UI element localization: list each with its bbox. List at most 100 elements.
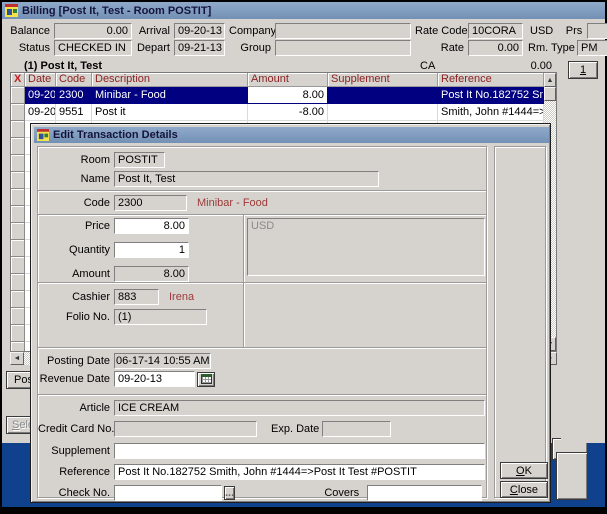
- col-header-reference: Reference: [438, 73, 544, 87]
- code-description-text: Minibar - Food: [197, 197, 268, 209]
- empty-cell: [11, 121, 25, 138]
- status-label: Status: [4, 42, 50, 54]
- exp-date-label: Exp. Date: [271, 423, 314, 435]
- info-row-2: Status CHECKED IN Depart 09-21-13 Group …: [4, 40, 603, 56]
- revenue-date-input[interactable]: [114, 371, 195, 387]
- close-button[interactable]: Close: [500, 481, 548, 498]
- empty-cell: [11, 206, 25, 223]
- folio-window-panel: [561, 58, 605, 443]
- exp-date-field: [322, 421, 391, 437]
- col-header-amount: Amount: [248, 73, 328, 87]
- folio-payment-type: CA: [420, 60, 435, 72]
- calendar-button[interactable]: [197, 372, 215, 387]
- covers-input[interactable]: [367, 485, 482, 501]
- amount-label: Amount: [38, 268, 110, 280]
- cell-description[interactable]: Minibar - Food: [92, 87, 248, 104]
- cell-code[interactable]: 9551: [56, 104, 92, 121]
- cashier-field: 883: [114, 289, 159, 305]
- cell-date[interactable]: 09-20: [25, 104, 56, 121]
- col-header-code: Code: [56, 73, 92, 87]
- col-header-description: Description: [92, 73, 248, 87]
- calendar-icon: [201, 374, 212, 384]
- cell-supplement[interactable]: [328, 87, 438, 104]
- rm-type-label: Rm. Type: [528, 42, 573, 54]
- cell-amount[interactable]: 8.00: [248, 87, 328, 104]
- empty-cell: [11, 308, 25, 325]
- cell-amount[interactable]: -8.00: [248, 104, 328, 121]
- hidden-button-fragment: [556, 452, 588, 500]
- scrollbar-thumb[interactable]: [544, 87, 556, 101]
- rate-code-label: Rate Code: [415, 25, 464, 37]
- window-title: Billing [Post It, Test - Room POSTIT]: [22, 5, 211, 17]
- arrival-label: Arrival: [136, 25, 170, 37]
- prs-field: 0: [587, 23, 607, 39]
- rate-code-field: 10CORA: [468, 23, 523, 39]
- empty-cell: [11, 189, 25, 206]
- status-field: CHECKED IN: [54, 40, 132, 56]
- col-header-supplement: Supplement: [328, 73, 438, 87]
- name-field: Post It, Test: [114, 171, 379, 187]
- rm-type-field: PM: [577, 40, 607, 56]
- supplement-label: Supplement: [38, 445, 110, 457]
- folio-no-field: (1): [114, 309, 207, 325]
- revenue-date-label: Revenue Date: [38, 373, 110, 385]
- scroll-left-icon[interactable]: ◄: [10, 352, 24, 365]
- supplement-input[interactable]: [114, 443, 485, 459]
- arrival-field: 09-20-13: [174, 23, 225, 39]
- article-field: ICE CREAM: [114, 400, 485, 416]
- empty-cell: [11, 172, 25, 189]
- folio-window-1-button[interactable]: 1: [568, 61, 598, 79]
- scroll-top-icon[interactable]: ▲: [544, 73, 556, 87]
- group-field: [275, 40, 411, 56]
- code-label: Code: [38, 197, 110, 209]
- folio-window-title: (1) Post It, Test: [24, 60, 102, 72]
- company-label: Company: [229, 25, 271, 37]
- section-details: Article ICE CREAM Credit Card No. Exp. D…: [38, 394, 486, 499]
- cell-supplement[interactable]: [328, 104, 438, 121]
- cell-description[interactable]: Post it: [92, 104, 248, 121]
- price-input[interactable]: [114, 218, 189, 234]
- table-row-selected[interactable]: 09-20 2300 Minibar - Food 8.00 Post It N…: [11, 87, 544, 104]
- depart-label: Depart: [136, 42, 170, 54]
- room-label: Room: [38, 154, 110, 166]
- rate-field: 0.00: [468, 40, 523, 56]
- cashier-name-text: Irena: [169, 291, 194, 303]
- cell-reference[interactable]: Post It No.182752 Smith,: [438, 87, 544, 104]
- col-header-x: X: [11, 73, 25, 87]
- code-field: 2300: [114, 195, 187, 211]
- posting-date-label: Posting Date: [38, 355, 110, 367]
- depart-field: 09-21-13: [174, 40, 225, 56]
- empty-cell: [11, 274, 25, 291]
- check-lookup-button[interactable]: ...: [224, 486, 235, 500]
- name-label: Name: [38, 173, 110, 185]
- table-row[interactable]: 09-20 9551 Post it -8.00 Smith, John #14…: [11, 104, 544, 121]
- section-dates: Posting Date 06-17-14 10:55 AM Revenue D…: [38, 347, 486, 394]
- folio-no-label: Folio No.: [38, 311, 110, 323]
- balance-label: Balance: [4, 25, 50, 37]
- price-label: Price: [38, 220, 110, 232]
- cashier-label: Cashier: [38, 291, 110, 303]
- grid-header-row: X Date Code Description Amount Supplemen…: [11, 73, 556, 87]
- dialog-fields-area: Room POSTIT Name Post It, Test Code 2300…: [37, 146, 487, 498]
- cell-date[interactable]: 09-20: [25, 87, 56, 104]
- posting-date-field: 06-17-14 10:55 AM: [114, 353, 211, 369]
- section-code: Code 2300 Minibar - Food: [38, 190, 486, 214]
- ok-button[interactable]: OK: [500, 462, 548, 479]
- row-marker-cell[interactable]: [11, 104, 25, 121]
- dialog-button-column: [494, 146, 546, 498]
- prs-label: Prs: [562, 25, 582, 37]
- transaction-dialog-icon: [37, 129, 49, 141]
- quantity-label: Quantity: [38, 244, 110, 256]
- section-price: Price Quantity Amount 8.00 USD: [38, 214, 486, 282]
- reference-input[interactable]: [114, 464, 485, 480]
- dialog-titlebar: Edit Transaction Details: [34, 127, 549, 143]
- group-label: Group: [229, 42, 271, 54]
- window-titlebar: Billing [Post It, Test - Room POSTIT]: [2, 2, 605, 19]
- cell-code[interactable]: 2300: [56, 87, 92, 104]
- credit-card-field: [114, 421, 257, 437]
- cell-reference[interactable]: Smith, John #1444=>Post: [438, 104, 544, 121]
- info-row-1: Balance 0.00 Arrival 09-20-13 Company Ra…: [4, 23, 603, 39]
- row-marker-cell[interactable]: [11, 87, 25, 104]
- check-no-input[interactable]: [114, 485, 222, 501]
- quantity-input[interactable]: [114, 242, 189, 258]
